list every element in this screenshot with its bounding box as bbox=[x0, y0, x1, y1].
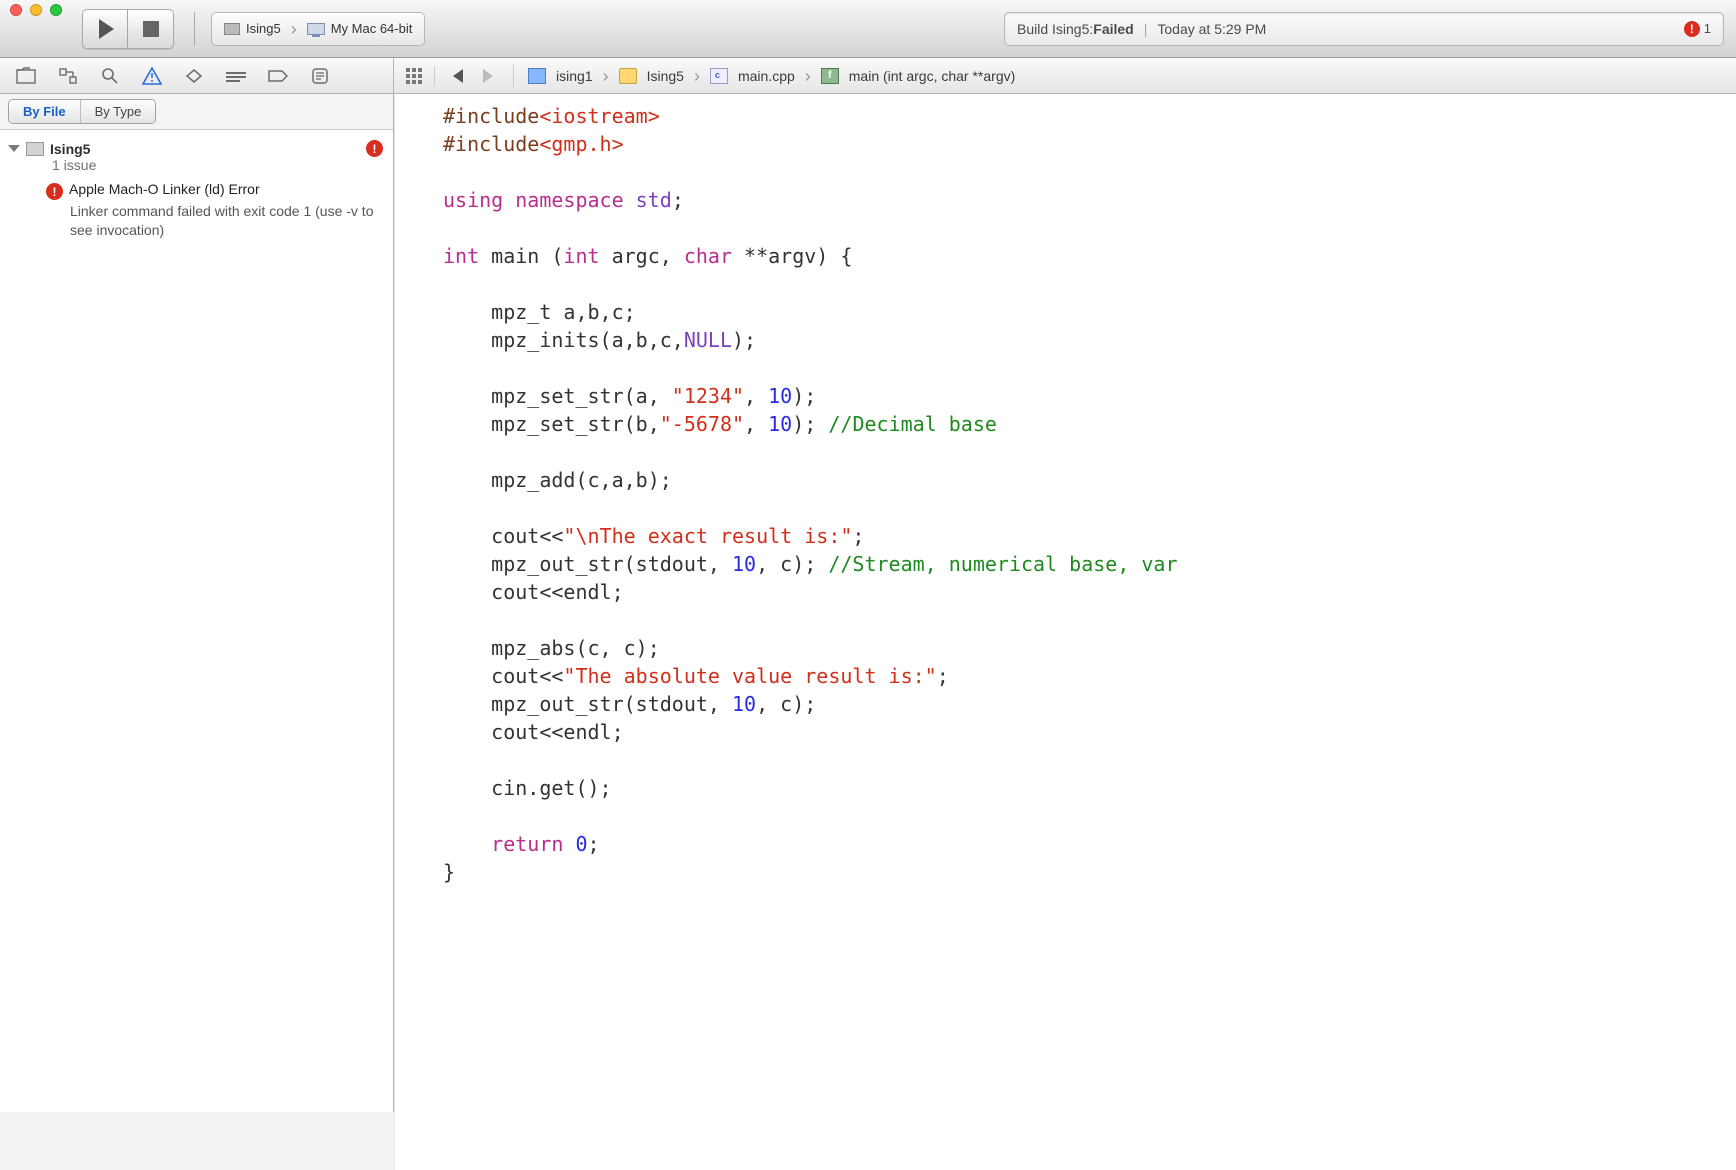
error-count: 1 bbox=[1704, 21, 1711, 36]
forward-button[interactable] bbox=[483, 69, 493, 83]
close-window-button[interactable] bbox=[10, 4, 22, 16]
issue-filter-bar: By File By Type bbox=[0, 94, 394, 130]
symbol-navigator-button[interactable] bbox=[56, 64, 80, 88]
stop-button[interactable] bbox=[128, 9, 174, 49]
error-icon: ! bbox=[366, 140, 383, 157]
window-controls bbox=[10, 4, 62, 16]
stop-icon bbox=[143, 21, 159, 37]
jump-bar[interactable]: ising1 › Ising5 › main.cpp › f main (int… bbox=[394, 58, 1736, 93]
editor-toolbar: ising1 › Ising5 › main.cpp › f main (int… bbox=[394, 58, 1736, 94]
issue-root-subtitle: 1 issue bbox=[0, 157, 393, 173]
code-content[interactable]: #include<iostream> #include<gmp.h> using… bbox=[395, 102, 1736, 886]
separator bbox=[194, 12, 195, 46]
separator: | bbox=[1144, 21, 1148, 37]
source-editor[interactable]: #include<iostream> #include<gmp.h> using… bbox=[394, 94, 1736, 1170]
issue-detail: Linker command failed with exit code 1 (… bbox=[0, 202, 393, 240]
issue-title: Apple Mach-O Linker (ld) Error bbox=[69, 181, 260, 197]
test-navigator-button[interactable] bbox=[182, 64, 206, 88]
cpp-file-icon bbox=[710, 68, 728, 84]
find-navigator-button[interactable] bbox=[98, 64, 122, 88]
related-items-icon[interactable] bbox=[404, 66, 435, 86]
jump-bar-project[interactable]: ising1 bbox=[556, 68, 593, 84]
issue-item[interactable]: ! Apple Mach-O Linker (ld) Error bbox=[0, 173, 393, 202]
folder-icon bbox=[619, 68, 637, 84]
function-icon: f bbox=[821, 68, 839, 84]
scheme-selector[interactable]: Ising5 › My Mac 64-bit bbox=[211, 12, 425, 46]
jump-bar-group[interactable]: Ising5 bbox=[647, 68, 684, 84]
status-result: Failed bbox=[1093, 21, 1133, 37]
status-prefix: Build Ising5: bbox=[1017, 21, 1093, 37]
disclosure-triangle-icon[interactable] bbox=[8, 145, 20, 152]
issue-navigator: Ising5 ! 1 issue ! Apple Mach-O Linker (… bbox=[0, 130, 394, 1112]
issue-root-item[interactable]: Ising5 ! bbox=[0, 136, 393, 159]
debug-navigator-button[interactable] bbox=[224, 64, 248, 88]
separator bbox=[513, 65, 514, 87]
error-icon: ! bbox=[1684, 21, 1700, 37]
error-count-badge[interactable]: ! 1 bbox=[1684, 21, 1711, 37]
navigator-selector bbox=[0, 58, 394, 94]
project-navigator-button[interactable] bbox=[14, 64, 38, 88]
scheme-name: Ising5 bbox=[246, 21, 281, 36]
jump-bar-symbol[interactable]: main (int argc, char **argv) bbox=[849, 68, 1016, 84]
back-button[interactable] bbox=[453, 69, 463, 83]
jump-bar-file[interactable]: main.cpp bbox=[738, 68, 795, 84]
status-time: Today at 5:29 PM bbox=[1157, 21, 1266, 37]
issue-navigator-button[interactable] bbox=[140, 64, 164, 88]
log-navigator-button[interactable] bbox=[308, 64, 332, 88]
mac-icon bbox=[307, 23, 325, 35]
project-icon bbox=[224, 23, 240, 35]
minimize-window-button[interactable] bbox=[30, 4, 42, 16]
main-toolbar: Ising5 › My Mac 64-bit Build Ising5: Fai… bbox=[0, 0, 1736, 58]
play-icon bbox=[99, 19, 114, 39]
issue-root-title: Ising5 bbox=[50, 141, 90, 157]
filter-by-file-button[interactable]: By File bbox=[9, 100, 81, 123]
filter-by-type-button[interactable]: By Type bbox=[81, 100, 156, 123]
zoom-window-button[interactable] bbox=[50, 4, 62, 16]
run-button[interactable] bbox=[82, 9, 128, 49]
breakpoint-navigator-button[interactable] bbox=[266, 64, 290, 88]
project-icon bbox=[528, 68, 546, 84]
error-icon: ! bbox=[46, 183, 63, 200]
project-icon bbox=[26, 142, 44, 156]
activity-status[interactable]: Build Ising5: Failed | Today at 5:29 PM … bbox=[1004, 12, 1724, 46]
filter-segmented-control: By File By Type bbox=[8, 99, 156, 124]
destination-name: My Mac 64-bit bbox=[331, 21, 413, 36]
